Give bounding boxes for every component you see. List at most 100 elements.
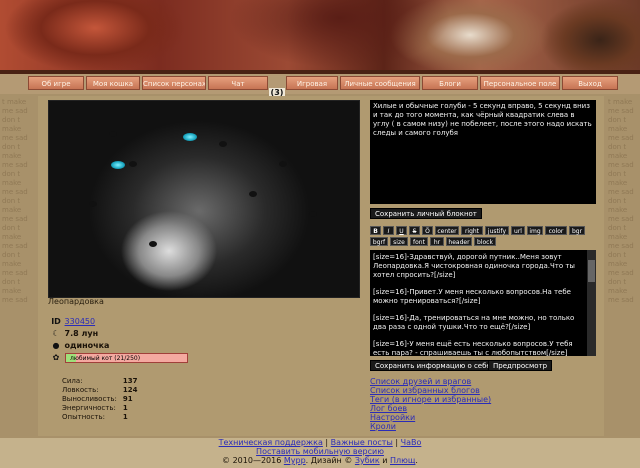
bold-button[interactable]: B bbox=[370, 226, 381, 235]
nav-logout[interactable]: Выход bbox=[562, 76, 618, 90]
footer-dot: . bbox=[415, 456, 418, 465]
font-button[interactable]: font bbox=[410, 237, 428, 246]
cat-avatar-image[interactable] bbox=[48, 100, 360, 298]
strike-button[interactable]: S bbox=[409, 226, 420, 235]
table-row: Опытность: 1 bbox=[62, 413, 138, 422]
underline-button[interactable]: U bbox=[396, 226, 407, 235]
id-icon: ID bbox=[51, 317, 61, 326]
side-decoration-left: t make me sad don t make me sad don t ma… bbox=[2, 98, 28, 304]
table-row: Ловкость: 124 bbox=[62, 386, 138, 395]
author-plyushch-link[interactable]: Плющ bbox=[390, 456, 415, 465]
footer: Техническая поддержка | Важные посты | Ч… bbox=[0, 438, 640, 465]
cat-status: одиночка bbox=[64, 341, 110, 350]
cat-badge-row: ✿ bbox=[50, 352, 62, 364]
bgr-button[interactable]: bgr bbox=[569, 226, 585, 235]
table-row: Энергичность: 1 bbox=[62, 404, 138, 413]
attr-label: Опытность: bbox=[62, 413, 105, 421]
attr-value: 1 bbox=[122, 404, 128, 412]
attr-label: Выносливость: bbox=[62, 395, 117, 403]
nav-my-cat[interactable]: Моя кошка bbox=[86, 76, 140, 90]
moon-icon: ☾ bbox=[52, 329, 60, 338]
cat-status-row: ● одиночка bbox=[50, 340, 110, 352]
favorite-cat-label: любимый кот (21/250) bbox=[70, 355, 141, 362]
about-paragraph: [size=16]-У меня ещё есть несколько вопр… bbox=[373, 340, 573, 356]
italic-button[interactable]: I bbox=[383, 226, 394, 235]
attr-value: 91 bbox=[122, 395, 133, 403]
rabbits-link[interactable]: Кроли bbox=[370, 422, 491, 431]
cat-id-row: ID 330450 bbox=[50, 316, 95, 328]
img-button[interactable]: img bbox=[527, 226, 543, 235]
footer-row-2: Поставить мобильную версию bbox=[0, 447, 640, 456]
photo-spot bbox=[309, 211, 317, 217]
side-decoration-right: t make me sad don t make me sad don t ma… bbox=[608, 98, 634, 304]
attr-value: 124 bbox=[122, 386, 138, 394]
align-center-button[interactable]: center bbox=[435, 226, 459, 235]
photo-spot bbox=[249, 191, 257, 197]
nav-blogs[interactable]: Блоги bbox=[422, 76, 478, 90]
battle-log-link[interactable]: Лог боев bbox=[370, 404, 491, 413]
nav-chat[interactable]: Чат bbox=[208, 76, 268, 90]
url-button[interactable]: url bbox=[511, 226, 525, 235]
preview-button[interactable]: Предпросмотр bbox=[488, 360, 553, 371]
table-row: Сила: 137 bbox=[62, 377, 138, 386]
nav-personal-field[interactable]: Персональное поле bbox=[480, 76, 560, 90]
color-button[interactable]: color bbox=[545, 226, 567, 235]
and-text: и bbox=[382, 456, 388, 465]
favorite-cat-progress: любимый кот (21/250) bbox=[65, 353, 188, 363]
profile-links: Список друзей и врагов Список избранных … bbox=[370, 377, 491, 431]
nav-character-list[interactable]: Список персонажей bbox=[142, 76, 206, 90]
size-button[interactable]: size bbox=[390, 237, 408, 246]
scrollbar-thumb[interactable] bbox=[588, 260, 595, 282]
hr-button[interactable]: hr bbox=[430, 237, 444, 246]
justify-button[interactable]: justify bbox=[485, 226, 509, 235]
site-link[interactable]: Мурр bbox=[284, 456, 306, 465]
support-link[interactable]: Техническая поддержка bbox=[219, 438, 323, 447]
copyright: © 2010—2016 bbox=[222, 456, 282, 465]
faq-link[interactable]: ЧаВо bbox=[401, 438, 422, 447]
cat-silhouette-icon: ● bbox=[52, 341, 60, 350]
settings-link[interactable]: Настройки bbox=[370, 413, 491, 422]
nav-private-messages[interactable]: Личные сообщения bbox=[340, 76, 420, 90]
attr-label: Энергичность: bbox=[62, 404, 116, 412]
paw-icon: ✿ bbox=[52, 353, 60, 362]
block-button[interactable]: block bbox=[474, 237, 496, 246]
footer-row-3: © 2010—2016 Мурр. Дизайн © Зубик и Плющ. bbox=[0, 456, 640, 465]
attributes-table: Сила: 137 Ловкость: 124 Выносливость: 91 Эн… bbox=[62, 377, 138, 422]
mobile-version-link[interactable]: Поставить мобильную версию bbox=[256, 447, 384, 456]
save-about-button[interactable]: Сохранить информацию о себе bbox=[370, 360, 496, 371]
attr-label: Ловкость: bbox=[62, 386, 99, 394]
about-scrollbar[interactable] bbox=[587, 250, 596, 356]
save-notepad-button[interactable]: Сохранить личный блокнот bbox=[370, 208, 482, 219]
cat-id-link[interactable]: 330450 bbox=[65, 317, 96, 326]
nav-game-room[interactable]: Игровая bbox=[286, 76, 338, 90]
important-posts-link[interactable]: Важные посты bbox=[331, 438, 393, 447]
about-me-textarea[interactable]: [size=16]-Здравствуй, дорогой путник..Ме… bbox=[370, 250, 596, 356]
tags-link[interactable]: Теги (в игноре и избранные) bbox=[370, 395, 491, 404]
photo-spot bbox=[89, 201, 97, 207]
cat-age-row: ☾ 7.8 лун bbox=[50, 328, 98, 340]
photo-spot bbox=[109, 131, 117, 137]
photo-spot bbox=[149, 241, 157, 247]
photo-spot bbox=[219, 141, 227, 147]
about-paragraph: [size=16]-Привет.У меня несколько вопрос… bbox=[373, 288, 571, 305]
about-paragraph: [size=16]-Здравствуй, дорогой путник..Ме… bbox=[373, 253, 575, 279]
special-char-button[interactable]: Ö bbox=[422, 226, 433, 235]
nav-about-game[interactable]: Об игре bbox=[28, 76, 84, 90]
photo-spot bbox=[279, 161, 287, 167]
favorite-blogs-link[interactable]: Список избранных блогов bbox=[370, 386, 491, 395]
header-banner-image bbox=[0, 0, 640, 70]
footer-row-1: Техническая поддержка | Важные посты | Ч… bbox=[0, 438, 640, 447]
cat-name: Леопардовка bbox=[48, 297, 104, 306]
friends-enemies-link[interactable]: Список друзей и врагов bbox=[370, 377, 491, 386]
photo-spot bbox=[129, 161, 137, 167]
bgrf-button[interactable]: bgrf bbox=[370, 237, 388, 246]
leopard-eye-left bbox=[111, 161, 125, 169]
footer-separator: | bbox=[325, 438, 329, 447]
leopard-eye-right bbox=[183, 133, 197, 141]
personal-notepad-textarea[interactable]: Хилые и обычные голуби - 5 секунд вправо… bbox=[370, 100, 596, 204]
header-button[interactable]: header bbox=[446, 237, 472, 246]
align-right-button[interactable]: right bbox=[461, 226, 483, 235]
author-zubik-link[interactable]: Зубик bbox=[355, 456, 380, 465]
table-row: Выносливость: 91 bbox=[62, 395, 138, 404]
about-paragraph: [size=16]-Да, тренироваться на мне можно… bbox=[373, 314, 575, 331]
